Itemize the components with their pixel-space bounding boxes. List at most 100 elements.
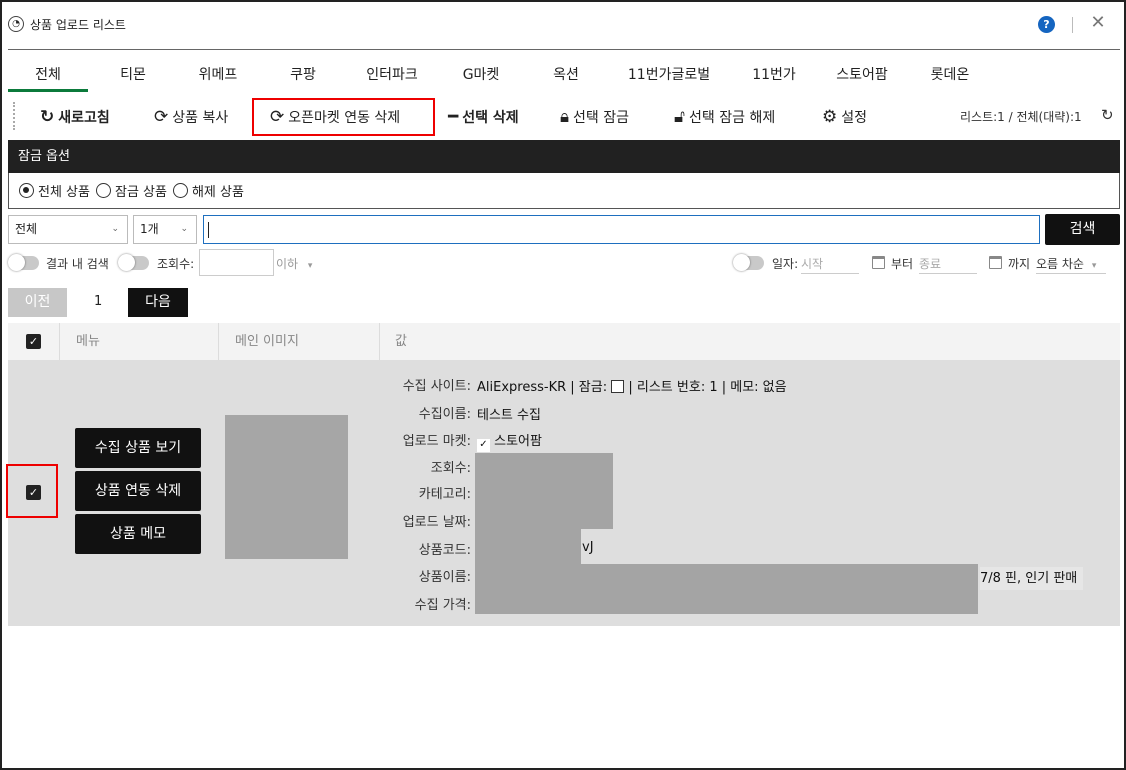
settings-button[interactable]: ⚙ 설정 [822,100,867,134]
table-header [8,323,1120,360]
radio-unlocked-indicator[interactable] [172,183,188,198]
app-window: ◔ 상품 업로드 리스트 ? ✕ 전체 티몬 위메프 쿠팡 인터파크 G마켓 옥… [0,0,1126,770]
calendar-icon[interactable] [872,256,885,269]
tab-gmarket[interactable]: G마켓 [442,64,520,86]
column-header-value: 값 [395,334,407,349]
upload-market-value: ✓ 스토어팜 [477,430,542,452]
reload-icon[interactable]: ↻ [1101,106,1114,124]
views-below-select[interactable]: 이하 ▾ [276,255,312,272]
column-divider [59,323,60,360]
column-header-image: 메인 이미지 [235,334,299,349]
chevron-down-icon: ▾ [307,261,313,271]
page-number: 1 [94,294,103,309]
select-lock-button[interactable]: 🔒︎ 선택 잠금 [560,100,629,134]
lock-options-group: 전체 상품 잠금 상품 해제 상품 [8,173,1120,209]
select-delete-button[interactable]: ━ 선택 삭제 [448,100,519,134]
chevron-down-icon: ▾ [1091,261,1097,271]
views-filter-toggle[interactable] [118,254,149,271]
label-upload-date: 업로드 날짜: [402,515,471,530]
search-button[interactable]: 검색 [1045,214,1120,245]
prev-page-button[interactable]: 이전 [8,288,67,317]
radio-locked-indicator[interactable] [95,183,111,198]
lock-checkbox[interactable] [611,380,625,393]
tab-auction[interactable]: 옥션 [528,64,604,86]
search-input[interactable] [203,215,1040,244]
radio-unlocked-products[interactable]: 해제 상품 [172,181,244,200]
start-date-field[interactable]: 시작 [801,255,859,274]
category-select[interactable]: 전체 ⌄ [8,215,128,244]
column-header-menu: 메뉴 [76,334,100,349]
product-name-suffix: 7/8 핀, 인기 판매 [980,567,1084,590]
in-result-search-toggle[interactable] [8,254,39,271]
radio-all-products[interactable]: 전체 상품 [19,181,90,200]
to-label: 까지 [1008,257,1031,271]
tab-tmon[interactable]: 티몬 [94,64,172,86]
lock-options-header: 잠금 옵션 [8,140,1120,173]
copy-product-button[interactable]: ⟳ 상품 복사 [154,100,228,134]
tab-wemakeprice[interactable]: 위메프 [178,64,258,86]
tab-11st-global[interactable]: 11번가글로벌 [614,64,724,86]
calendar-icon[interactable] [989,256,1002,269]
product-code-suffix: vJ [582,540,594,555]
label-category: 카테고리: [418,487,471,502]
label-views: 조회수: [430,461,471,476]
column-divider [218,323,219,360]
view-collected-product-button[interactable]: 수집 상품 보기 [75,428,201,468]
collect-name-value: 테스트 수집 [477,408,541,423]
product-memo-button[interactable]: 상품 메모 [75,514,201,554]
product-main-image [225,415,348,559]
product-unlink-button[interactable]: 상품 연동 삭제 [75,471,201,511]
close-icon[interactable]: ✕ [1088,12,1108,34]
gear-icon: ⚙ [822,107,838,127]
text-caret [208,222,209,238]
label-collect-site: 수집 사이트: [402,379,471,394]
sync-icon: ⟳ [154,107,169,127]
label-upload-market: 업로드 마켓: [402,434,471,449]
help-icon[interactable]: ? [1038,16,1055,33]
tab-11st[interactable]: 11번가 [734,64,814,86]
collect-site-value: AliExpress-KR | 잠금: | 리스트 번호: 1 | 메모: 없음 [477,380,787,395]
chevron-down-icon: ⌄ [111,224,119,234]
tab-coupang[interactable]: 쿠팡 [264,64,342,86]
label-collect-price: 수집 가격: [414,598,471,613]
date-label: 일자: [772,257,799,271]
views-input[interactable] [199,249,274,276]
from-label: 부터 [891,257,914,271]
app-logo-icon: ◔ [8,16,24,32]
chevron-down-icon: ⌄ [180,224,188,234]
highlight-box-toolbar [252,98,435,136]
redacted-block [475,529,581,564]
tab-lotteon[interactable]: 롯데온 [910,64,990,86]
title-divider [1072,17,1073,33]
views-label: 조회수: [157,257,195,271]
radio-all-indicator[interactable] [19,183,34,198]
refresh-button[interactable]: ↻ 새로고침 [40,100,110,134]
toolbar-grip [13,102,15,130]
select-unlock-button[interactable]: 🔓︎ 선택 잠금 해제 [674,100,775,134]
minus-icon: ━ [448,107,459,127]
refresh-icon: ↻ [40,107,55,127]
label-product-name: 상품이름: [418,570,471,585]
column-divider [379,323,380,360]
redacted-block [475,453,613,529]
tab-storefarm[interactable]: 스토어팜 [822,64,902,86]
label-product-code: 상품코드: [418,543,471,558]
tab-interpark[interactable]: 인터파크 [350,64,434,86]
end-date-field[interactable]: 종료 [919,255,977,274]
date-filter-toggle[interactable] [733,254,764,271]
label-collect-name: 수집이름: [418,407,471,422]
lock-icon: 🔒︎ [560,107,570,127]
next-page-button[interactable]: 다음 [128,288,188,317]
radio-locked-products[interactable]: 잠금 상품 [95,181,167,200]
market-checkbox[interactable]: ✓ [477,439,490,452]
window-title: 상품 업로드 리스트 [30,18,126,32]
tabs-divider [8,49,1120,50]
unlock-icon: 🔓︎ [674,107,686,127]
tab-all[interactable]: 전체 [8,64,88,86]
count-select[interactable]: 1개 ⌄ [133,215,197,244]
active-tab-indicator [8,89,88,92]
redacted-block [475,564,978,614]
sort-order-select[interactable]: 오름 차순 ▾ [1036,255,1106,274]
select-all-checkbox[interactable]: ✓ [26,334,41,349]
in-result-search-label: 결과 내 검색 [46,257,109,271]
